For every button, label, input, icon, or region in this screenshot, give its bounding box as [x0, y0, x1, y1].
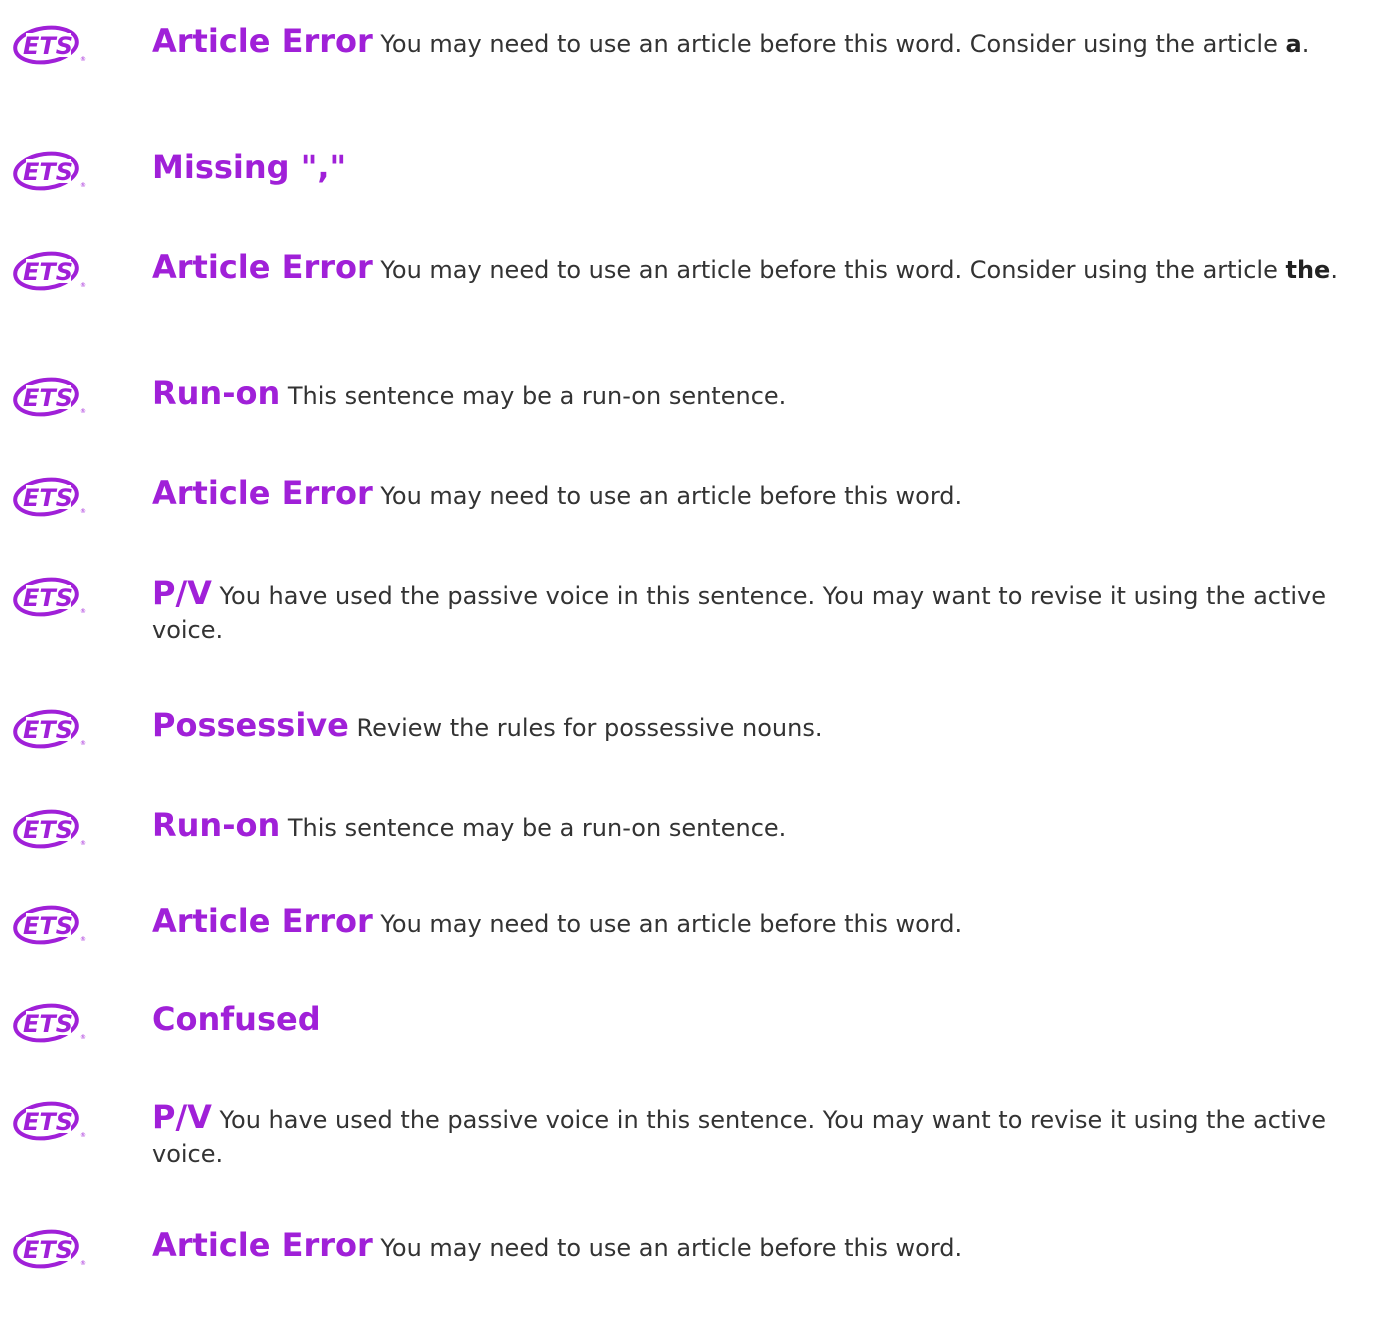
feedback-title[interactable]: Article Error	[152, 474, 373, 512]
feedback-item-9: ETS ® Article Error You may need to use …	[0, 904, 1400, 994]
ets-logo-icon: ETS ®	[6, 24, 98, 68]
svg-text:®: ®	[80, 1132, 86, 1139]
feedback-list: ETS ® Article Error You may need to use …	[0, 0, 1400, 1280]
svg-text:®: ®	[80, 608, 86, 615]
svg-text:®: ®	[80, 840, 86, 847]
feedback-title[interactable]: Missing ","	[152, 148, 346, 186]
ets-logo-text: ETS	[23, 384, 73, 412]
feedback-item-8: ETS ® Run-on This sentence may be a run-…	[0, 808, 1400, 898]
feedback-description: You may need to use an article before th…	[380, 256, 1278, 284]
feedback-entry: Article Error You may need to use an art…	[152, 904, 1388, 941]
feedback-item-11: ETS ® P/V You have used the passive voic…	[0, 1100, 1400, 1190]
ets-logo-icon: ETS ®	[6, 904, 98, 948]
feedback-title[interactable]: Article Error	[152, 1226, 373, 1264]
ets-logo-icon: ETS ®	[6, 250, 98, 294]
svg-text:®: ®	[80, 1260, 86, 1267]
ets-logo-icon: ETS ®	[6, 576, 98, 620]
feedback-title[interactable]: Article Error	[152, 22, 373, 60]
feedback-title[interactable]: Run-on	[152, 374, 280, 412]
ets-logo-icon: ETS ®	[6, 150, 98, 194]
ets-logo-icon: ETS ®	[6, 476, 98, 520]
svg-text:®: ®	[80, 740, 86, 747]
ets-logo-text: ETS	[23, 584, 73, 612]
ets-logo-icon: ETS ®	[6, 808, 98, 852]
svg-text:®: ®	[80, 282, 86, 289]
ets-logo-text: ETS	[23, 716, 73, 744]
ets-logo-icon: ETS ®	[6, 1100, 98, 1144]
feedback-title[interactable]: Article Error	[152, 248, 373, 286]
ets-logo-icon: ETS ®	[6, 1002, 98, 1046]
feedback-description: You may need to use an article before th…	[380, 30, 1278, 58]
svg-text:®: ®	[80, 56, 86, 63]
feedback-entry: P/V You have used the passive voice in t…	[152, 576, 1388, 647]
feedback-description: You may need to use an article before th…	[380, 910, 963, 938]
feedback-description: This sentence may be a run-on sentence.	[287, 814, 787, 842]
feedback-entry: Missing ","	[152, 150, 1388, 187]
feedback-entry: Run-on This sentence may be a run-on sen…	[152, 376, 1388, 413]
ets-logo-icon: ETS ®	[6, 708, 98, 752]
svg-text:®: ®	[80, 936, 86, 943]
feedback-entry: Article Error You may need to use an art…	[152, 24, 1388, 61]
feedback-entry: Article Error You may need to use an art…	[152, 1228, 1388, 1265]
ets-logo-text: ETS	[23, 1108, 73, 1136]
ets-logo-icon: ETS ®	[6, 1228, 98, 1272]
svg-text:®: ®	[80, 408, 86, 415]
feedback-entry: Article Error You may need to use an art…	[152, 476, 1388, 513]
feedback-title[interactable]: Possessive	[152, 706, 349, 744]
ets-logo-text: ETS	[23, 32, 73, 60]
feedback-item-6: ETS ® P/V You have used the passive voic…	[0, 576, 1400, 666]
feedback-item-5: ETS ® Article Error You may need to use …	[0, 476, 1400, 566]
feedback-entry: Confused	[152, 1002, 1388, 1039]
feedback-description: Review the rules for possessive nouns.	[356, 714, 823, 742]
feedback-title[interactable]: Article Error	[152, 902, 373, 940]
ets-logo-text: ETS	[23, 816, 73, 844]
feedback-description: You may need to use an article before th…	[380, 482, 963, 510]
feedback-title[interactable]: P/V	[152, 574, 212, 612]
ets-logo-text: ETS	[23, 258, 73, 286]
ets-logo-text: ETS	[23, 484, 73, 512]
ets-logo-text: ETS	[23, 158, 73, 186]
feedback-item-1: ETS ® Article Error You may need to use …	[0, 24, 1400, 114]
ets-logo-text: ETS	[23, 1010, 73, 1038]
svg-text:®: ®	[80, 182, 86, 189]
feedback-title[interactable]: Run-on	[152, 806, 280, 844]
feedback-item-12: ETS ® Article Error You may need to use …	[0, 1228, 1400, 1318]
feedback-entry: P/V You have used the passive voice in t…	[152, 1100, 1388, 1171]
feedback-suggestion: the	[1285, 256, 1331, 284]
feedback-item-7: ETS ® Possessive Review the rules for po…	[0, 708, 1400, 798]
feedback-entry: Possessive Review the rules for possessi…	[152, 708, 1388, 745]
ets-logo-icon: ETS ®	[6, 376, 98, 420]
feedback-description: You may need to use an article before th…	[380, 1234, 963, 1262]
feedback-item-4: ETS ® Run-on This sentence may be a run-…	[0, 376, 1400, 466]
feedback-item-3: ETS ® Article Error You may need to use …	[0, 250, 1400, 340]
ets-logo-text: ETS	[23, 1236, 73, 1264]
feedback-description: You have used the passive voice in this …	[152, 582, 1327, 644]
feedback-item-2: ETS ® Missing ","	[0, 150, 1400, 240]
feedback-suggestion: a	[1285, 30, 1302, 58]
feedback-description: You have used the passive voice in this …	[152, 1106, 1327, 1168]
feedback-title[interactable]: P/V	[152, 1098, 212, 1136]
feedback-title[interactable]: Confused	[152, 1000, 321, 1038]
feedback-item-10: ETS ® Confused	[0, 1002, 1400, 1092]
feedback-entry: Article Error You may need to use an art…	[152, 250, 1388, 287]
feedback-entry: Run-on This sentence may be a run-on sen…	[152, 808, 1388, 845]
feedback-end-punct: .	[1301, 30, 1310, 58]
feedback-end-punct: .	[1330, 256, 1338, 284]
svg-text:®: ®	[80, 508, 86, 515]
svg-text:®: ®	[80, 1034, 86, 1041]
feedback-description: This sentence may be a run-on sentence.	[287, 382, 787, 410]
ets-logo-text: ETS	[23, 912, 73, 940]
